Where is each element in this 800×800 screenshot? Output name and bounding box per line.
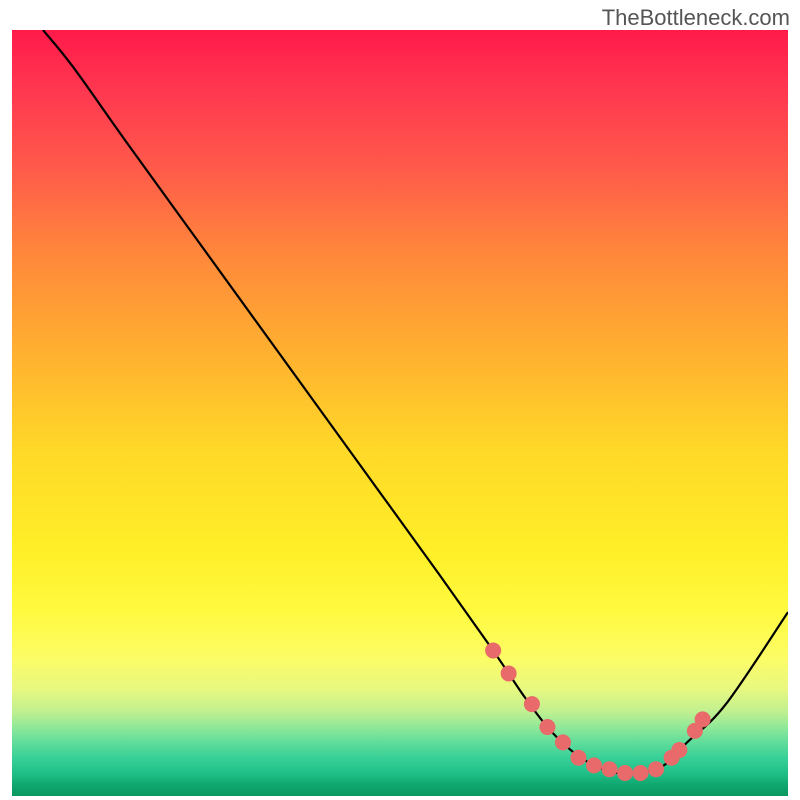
curve-marker: [539, 719, 555, 735]
curve-marker: [524, 696, 540, 712]
curve-marker: [648, 761, 664, 777]
chart-container: [12, 30, 788, 800]
curve-marker: [633, 765, 649, 781]
bottleneck-curve: [43, 30, 788, 774]
curve-marker: [555, 734, 571, 750]
curve-marker: [501, 665, 517, 681]
chart-svg: [12, 30, 788, 796]
curve-marker: [671, 742, 687, 758]
curve-marker: [485, 642, 501, 658]
watermark-text: TheBottleneck.com: [602, 5, 790, 31]
curve-marker: [602, 761, 618, 777]
curve-marker: [617, 765, 633, 781]
curve-marker: [586, 757, 602, 773]
curve-markers: [485, 642, 711, 781]
curve-marker: [695, 711, 711, 727]
curve-marker: [570, 750, 586, 766]
